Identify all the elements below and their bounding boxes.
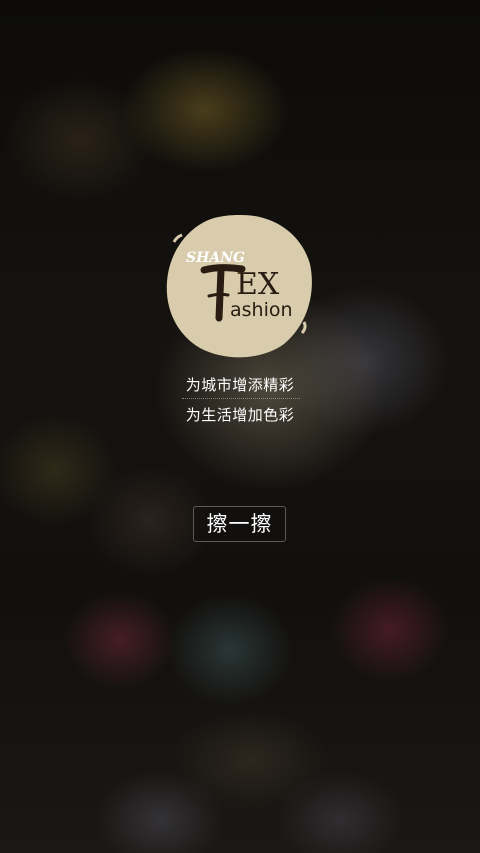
slogan-line-2: 为生活增加色彩	[185, 406, 295, 424]
logo-shang-text: SHANG	[186, 250, 245, 266]
logo-ex-text: EX	[236, 267, 280, 302]
logo-fashion-text: ashion	[230, 299, 293, 321]
wipe-button[interactable]: 擦一擦	[193, 506, 286, 542]
blurred-background	[0, 0, 480, 853]
shangtex-fashion-logo: SHANG EX ashion	[164, 212, 314, 360]
slogan-divider	[182, 398, 300, 399]
splash-screen: SHANG EX ashion 为城市增添精彩 为生活增加色彩 擦一擦	[0, 0, 480, 853]
slogan-line-1: 为城市增添精彩	[185, 376, 295, 394]
logo-emblem: SHANG EX ashion	[166, 214, 312, 358]
